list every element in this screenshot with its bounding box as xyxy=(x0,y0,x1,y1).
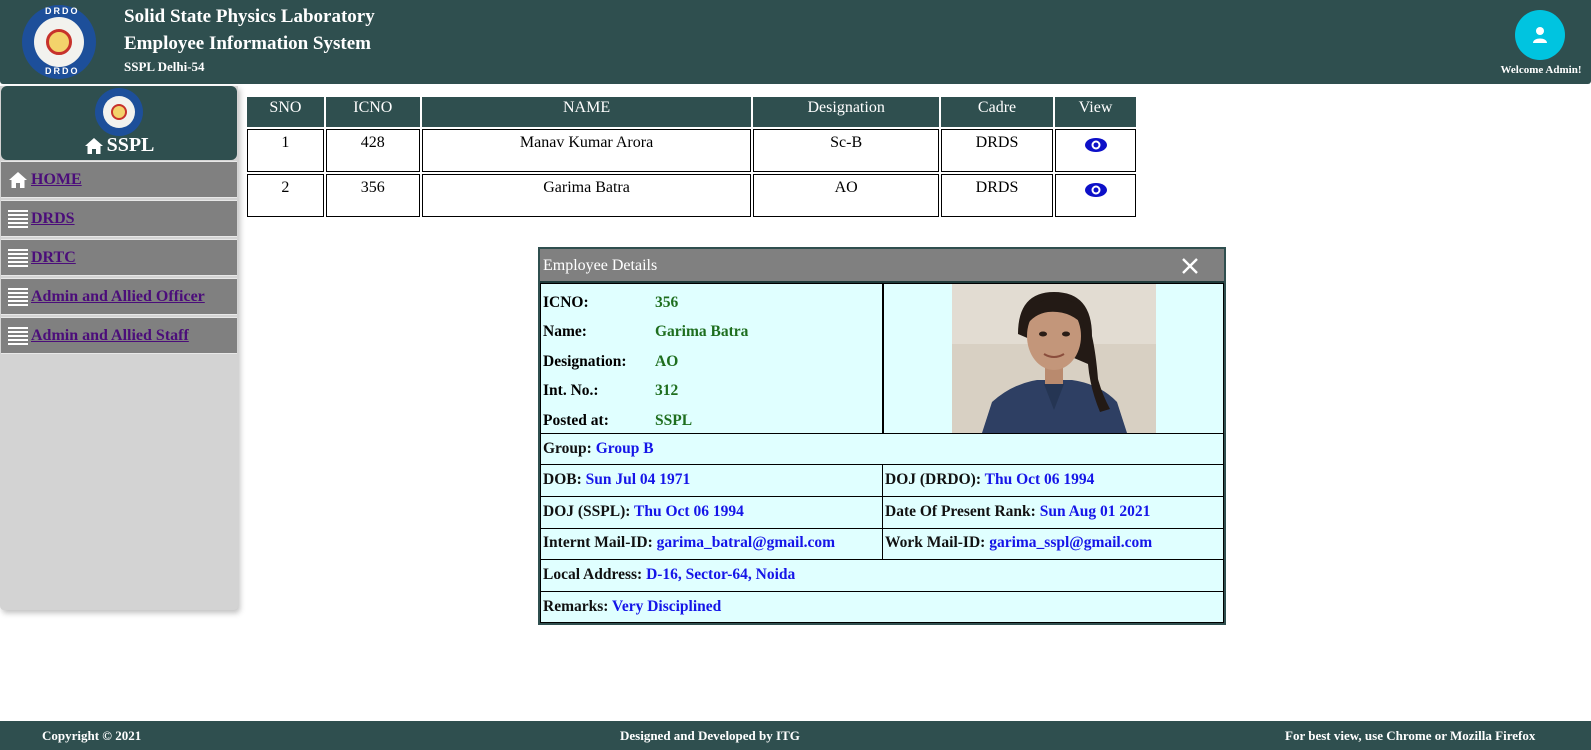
sidebar-item-drtc[interactable]: DRTC xyxy=(1,239,237,276)
doj-drdo-value: Thu Oct 06 1994 xyxy=(984,471,1095,488)
sidebar-brand[interactable]: SSPL xyxy=(1,134,237,157)
doj-drdo-cell: DOJ (DRDO): Thu Oct 06 1994 xyxy=(882,464,1224,497)
employee-photo xyxy=(952,284,1156,433)
home-icon xyxy=(84,137,103,154)
column-header-name: NAME xyxy=(421,97,752,127)
column-header-designation: Designation xyxy=(753,97,939,127)
logo-text-top: DRDO xyxy=(45,6,80,16)
welcome-text: Welcome Admin! xyxy=(1500,64,1582,76)
remarks-row: Remarks: Very Disciplined xyxy=(540,591,1224,623)
designed-by-text: Designed and Developed by ITG xyxy=(620,728,800,743)
sidebar-item-admin-staff[interactable]: Admin and Allied Staff xyxy=(1,317,237,354)
sidebar-item-home[interactable]: HOME xyxy=(1,161,237,198)
cell-designation: AO xyxy=(753,174,939,217)
sidebar-item-drds[interactable]: DRDS xyxy=(1,200,237,237)
employee-table: SNO ICNO NAME Designation Cadre View 1 4… xyxy=(245,95,1138,219)
cell-cadre: DRDS xyxy=(940,129,1054,172)
designation-value: AO xyxy=(655,353,679,370)
present-rank-value: Sun Aug 01 2021 xyxy=(1039,503,1151,520)
cell-icno: 356 xyxy=(325,174,420,217)
cell-cadre: DRDS xyxy=(940,174,1054,217)
dob-cell: DOB: Sun Jul 04 1971 xyxy=(540,464,883,497)
address-row: Local Address: D-16, Sector-64, Noida xyxy=(540,559,1224,592)
copyright-text: Copyright © 2021 xyxy=(42,728,142,743)
close-icon xyxy=(1182,258,1198,274)
intno-value: 312 xyxy=(655,382,679,399)
user-avatar-button[interactable] xyxy=(1515,10,1565,60)
posted-value: SSPL xyxy=(655,412,693,429)
group-row: Group: Group B xyxy=(540,433,1224,465)
icno-value: 356 xyxy=(655,294,679,311)
internet-mail-value: garima_batral@gmail.com xyxy=(656,534,836,551)
modal-title: Employee Details xyxy=(543,257,658,274)
address-value: D-16, Sector-64, Noida xyxy=(646,566,796,583)
basic-info-panel: ICNO: 356 Name: Garima Batra Designation: A… xyxy=(540,283,883,434)
column-header-icno: ICNO xyxy=(325,97,420,127)
table-row: 2 356 Garima Batra AO DRDS xyxy=(247,174,1136,217)
group-value: Group B xyxy=(595,440,654,457)
sidebar-item-admin-officer[interactable]: Admin and Allied Officer xyxy=(1,278,237,315)
list-icon xyxy=(8,326,28,345)
list-icon xyxy=(8,209,28,228)
drdo-logo: DRDO DRDO xyxy=(22,5,96,79)
eye-icon[interactable] xyxy=(1084,182,1108,203)
cell-sno: 2 xyxy=(247,174,324,217)
info-intno: Int. No.: 312 xyxy=(543,382,679,399)
sidebar: SSPL HOME DRDS DRTC Admin and Allied Off… xyxy=(0,86,238,610)
internet-mail-cell: Internt Mail-ID: garima_batral@gmail.com xyxy=(540,528,883,560)
column-header-sno: SNO xyxy=(247,97,324,127)
cell-view xyxy=(1055,129,1136,172)
sidebar-link-drtc[interactable]: DRTC xyxy=(31,249,76,267)
app-title: Solid State Physics Laboratory xyxy=(124,6,375,27)
info-posted: Posted at: SSPL xyxy=(543,412,693,429)
list-icon xyxy=(8,248,28,267)
app-header: DRDO DRDO Solid State Physics Laboratory… xyxy=(0,0,1591,84)
eye-icon[interactable] xyxy=(1084,137,1108,158)
user-icon xyxy=(1533,27,1547,43)
sidebar-link-admin-officer[interactable]: Admin and Allied Officer xyxy=(31,288,205,306)
table-row: 1 428 Manav Kumar Arora Sc-B DRDS xyxy=(247,129,1136,172)
info-icno: ICNO: 356 xyxy=(543,294,679,311)
table-header-row: SNO ICNO NAME Designation Cadre View xyxy=(247,97,1136,127)
employee-details-modal: Employee Details ICNO: 356 Name: Garima Ba… xyxy=(538,247,1226,625)
home-icon xyxy=(9,171,27,188)
app-subtitle: Employee Information System xyxy=(124,33,371,54)
footer: Copyright © 2021 Designed and Developed … xyxy=(0,721,1591,750)
cell-designation: Sc-B xyxy=(753,129,939,172)
drdo-logo-small xyxy=(95,88,143,136)
present-rank-cell: Date Of Present Rank: Sun Aug 01 2021 xyxy=(882,496,1224,529)
photo-panel xyxy=(883,283,1224,434)
best-view-text: For best view, use Chrome or Mozilla Fir… xyxy=(1285,728,1536,743)
close-button[interactable] xyxy=(1179,255,1201,277)
info-name: Name: Garima Batra xyxy=(543,323,749,340)
info-designation: Designation: AO xyxy=(543,353,679,370)
sidebar-brand-label: SSPL xyxy=(106,134,155,156)
list-icon xyxy=(8,287,28,306)
modal-header: Employee Details xyxy=(540,249,1224,283)
cell-sno: 1 xyxy=(247,129,324,172)
sidebar-link-admin-staff[interactable]: Admin and Allied Staff xyxy=(31,327,189,345)
doj-sspl-cell: DOJ (SSPL): Thu Oct 06 1994 xyxy=(540,496,883,529)
doj-sspl-value: Thu Oct 06 1994 xyxy=(634,503,744,520)
column-header-cadre: Cadre xyxy=(940,97,1054,127)
sidebar-header: SSPL xyxy=(1,86,237,160)
cell-view xyxy=(1055,174,1136,217)
dob-value: Sun Jul 04 1971 xyxy=(585,471,691,488)
cell-name: Garima Batra xyxy=(421,174,752,217)
cell-name: Manav Kumar Arora xyxy=(421,129,752,172)
remarks-value: Very Disciplined xyxy=(612,598,722,615)
name-value: Garima Batra xyxy=(655,323,749,340)
sidebar-link-home[interactable]: HOME xyxy=(31,171,82,189)
sidebar-link-drds[interactable]: DRDS xyxy=(31,210,75,228)
location-label: SSPL Delhi-54 xyxy=(124,59,205,74)
work-mail-cell: Work Mail-ID: garima_sspl@gmail.com xyxy=(882,528,1224,560)
cell-icno: 428 xyxy=(325,129,420,172)
column-header-view: View xyxy=(1055,97,1136,127)
logo-text-bottom: DRDO xyxy=(45,66,80,76)
work-mail-value: garima_sspl@gmail.com xyxy=(989,534,1153,551)
